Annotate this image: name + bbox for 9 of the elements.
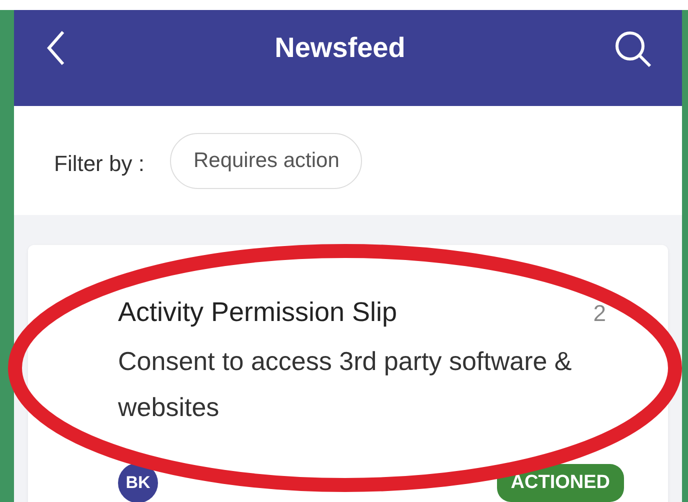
back-icon[interactable]: [46, 30, 66, 66]
item-title: Activity Permission Slip: [118, 297, 398, 328]
header-title: Newsfeed: [274, 31, 406, 65]
item-time: 2: [593, 300, 606, 327]
item-description: Consent to access 3rd party software & websites: [118, 345, 573, 424]
filter-chip[interactable]: Requires action: [170, 132, 362, 188]
search-icon[interactable]: [614, 30, 652, 68]
filter-label: Filter by :: [54, 150, 144, 176]
author-avatar: BK: [118, 463, 158, 502]
